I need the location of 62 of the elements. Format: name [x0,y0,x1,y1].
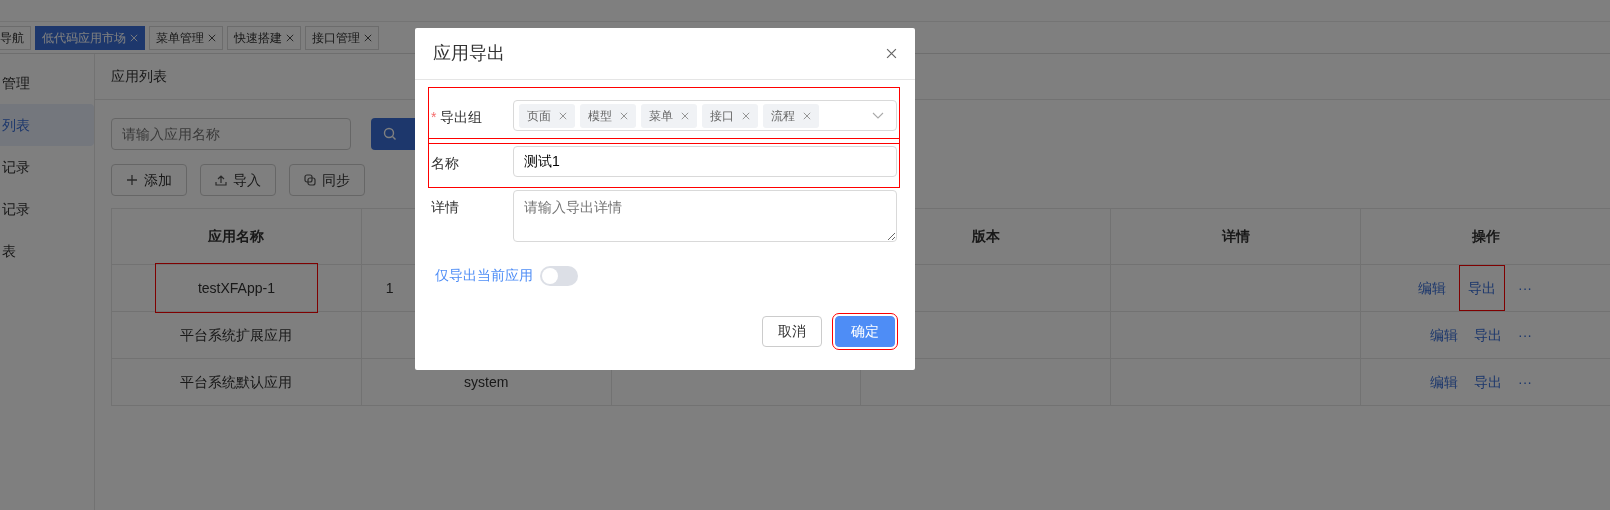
confirm-button[interactable]: 确定 [835,316,895,347]
sidebar-item[interactable]: 表 [0,230,94,272]
action-link[interactable]: 编辑 [1430,326,1458,343]
toggle-switch[interactable] [539,265,578,286]
column-header: 详情 [1221,228,1250,244]
toggle-label: 仅导出当前应用 [435,266,533,285]
close-icon[interactable] [886,48,897,59]
field-label: 详情 [431,198,459,217]
tag: 菜单 [641,103,697,128]
table-cell: system [464,373,509,390]
search-field[interactable]: 请输入应用名称 [111,118,351,150]
action-link[interactable]: 导出 [1462,267,1502,308]
toolbar-button[interactable]: 同步 [289,164,365,196]
action-link[interactable]: 导出 [1474,373,1502,390]
sidebar-item[interactable]: 记录 [0,146,94,188]
close-icon[interactable] [208,33,216,42]
tab[interactable]: 导航 [0,25,31,50]
table-cell: 平台系统默认应用 [180,373,293,390]
tag-remove-icon[interactable] [559,111,567,120]
tab[interactable]: 快速搭建 [227,25,301,50]
column-header: 版本 [971,228,1000,244]
toolbar-button[interactable]: 导入 [200,164,276,196]
toolbar-button[interactable]: 添加 [111,164,187,196]
tab[interactable]: 接口管理 [305,25,379,50]
table-cell: testXFApp-1 [157,265,315,310]
cancel-button[interactable]: 取消 [762,316,822,347]
action-link[interactable]: ··· [1518,373,1532,390]
tag: 页面 [519,103,575,128]
tag-select[interactable]: 页面 模型 菜单 接口 流程 [513,100,897,131]
action-link[interactable]: 编辑 [1418,279,1446,296]
plus-icon [126,174,138,186]
text-field[interactable]: 测试1 [513,146,897,177]
tag: 接口 [702,103,758,128]
required-mark: * [431,108,437,127]
search-icon [382,127,397,141]
tab[interactable]: 菜单管理 [149,25,223,50]
action-link[interactable]: 导出 [1474,326,1502,343]
sidebar-item[interactable]: 记录 [0,188,94,230]
upload-icon [215,174,227,186]
close-icon[interactable] [286,33,294,42]
chevron-down-icon [872,111,884,120]
field-label: 名称 [431,154,459,173]
table-cell: 1 [385,279,394,296]
textarea-field[interactable]: 请输入导出详情 [513,190,897,242]
tag: 模型 [580,103,636,128]
tag-remove-icon[interactable] [681,111,689,120]
action-link[interactable]: ··· [1518,279,1532,296]
sidebar-item[interactable]: 管理 [0,62,94,104]
tag-remove-icon[interactable] [742,111,750,120]
sidebar-item[interactable]: 列表 [0,104,94,146]
table-cell: 平台系统扩展应用 [180,326,293,343]
action-link[interactable]: 编辑 [1430,373,1458,390]
action-link[interactable]: ··· [1518,326,1532,343]
tag-remove-icon[interactable] [620,111,628,120]
copy-icon [304,174,316,186]
column-header: 应用名称 [208,228,265,244]
close-icon[interactable] [364,33,372,42]
tab[interactable]: 低代码应用市场 [35,25,145,50]
field-label: 导出组 [440,108,483,127]
column-header: 操作 [1471,228,1500,244]
tag: 流程 [763,103,819,128]
tag-remove-icon[interactable] [803,111,811,120]
